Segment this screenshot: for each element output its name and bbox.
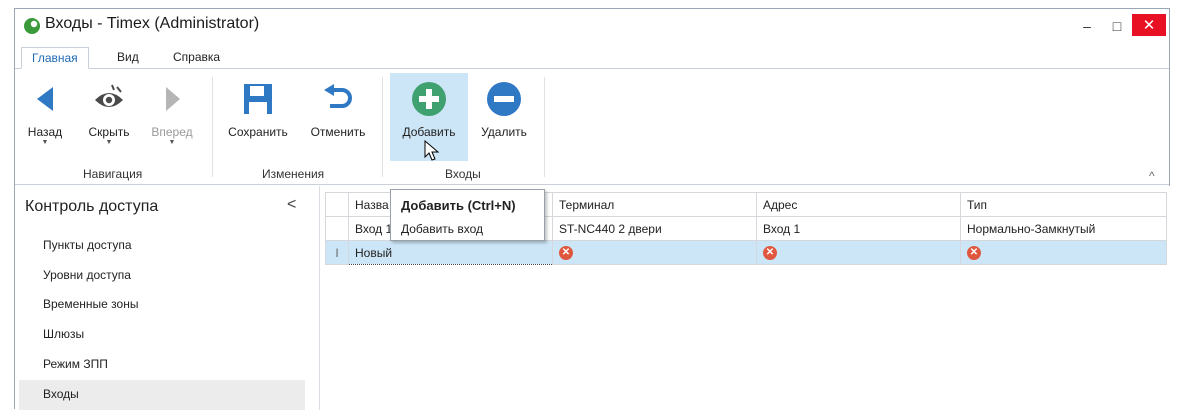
column-header-address[interactable]: Адрес [756,192,961,217]
column-header-type[interactable]: Тип [960,192,1167,217]
group-separator [212,77,213,177]
row-indicator-header [325,192,349,217]
arrow-right-icon [166,87,180,111]
dropdown-arrow-icon: ▼ [41,139,49,146]
row-edit-indicator: I [325,240,349,265]
hide-button[interactable]: Скрыть ▼ [83,73,135,147]
app-window: Входы - Timex (Administrator) – □ ✕ Глав… [14,8,1171,410]
save-button[interactable]: Сохранить [220,73,296,139]
dropdown-arrow-icon: ▼ [105,139,113,146]
minimize-button[interactable]: – [1072,14,1102,38]
ribbon-collapse-icon[interactable]: ^ [1149,169,1155,183]
dropdown-arrow-icon: ▼ [168,139,176,146]
mouse-cursor-icon [424,140,440,161]
group-label-inputs: Входы [445,167,481,181]
cell-terminal[interactable]: ✕ [552,240,757,265]
add-icon [412,82,446,116]
error-icon: ✕ [763,245,777,260]
sidebar-item-zpp-mode[interactable]: Режим ЗПП [19,350,305,380]
cell-terminal[interactable]: ST-NC440 2 двери [552,216,757,241]
arrow-left-icon [37,87,53,111]
save-icon [244,84,272,114]
group-label-changes: Изменения [262,167,325,181]
delete-button[interactable]: Удалить [473,73,535,139]
cell-type[interactable]: Нормально-Замкнутый [960,216,1167,241]
cell-type[interactable]: ✕ [960,240,1167,265]
title-bar: Входы - Timex (Administrator) – □ ✕ [15,9,1169,44]
hide-label: Скрыть [88,125,130,139]
tooltip-description: Добавить вход [401,222,484,236]
add-label: Добавить [402,125,456,139]
cancel-button[interactable]: Отменить [307,73,369,139]
save-label: Сохранить [228,125,288,139]
sidebar-item-gateways[interactable]: Шлюзы [19,320,305,350]
add-tooltip: Добавить (Ctrl+N) Добавить вход [390,189,545,241]
group-label-navigation: Навигация [83,167,143,181]
sidebar-item-inputs[interactable]: Входы [19,380,305,410]
cell-address[interactable]: ✕ [756,240,961,265]
column-header-terminal[interactable]: Терминал [552,192,757,217]
cell-address[interactable]: Вход 1 [756,216,961,241]
tab-view[interactable]: Вид [107,47,149,69]
window-title: Входы - Timex (Administrator) [45,15,260,32]
ribbon-toolbar: Назад ▼ Скрыть ▼ Вперед ▼ Навигация Сохр… [15,69,1169,185]
delete-label: Удалить [481,125,527,139]
group-separator [544,77,545,177]
ribbon-tab-strip: Главная Вид Справка [15,44,1169,69]
maximize-button[interactable]: □ [1102,14,1132,38]
forward-label: Вперед [151,125,193,139]
sidebar-item-access-levels[interactable]: Уровни доступа [19,261,305,291]
tab-main[interactable]: Главная [21,47,89,69]
back-label: Назад [27,125,63,139]
tooltip-title: Добавить (Ctrl+N) [401,198,516,213]
undo-icon [324,84,352,108]
app-logo-icon [24,18,40,34]
close-button[interactable]: ✕ [1132,14,1166,36]
row-indicator [325,216,349,241]
cell-name[interactable]: Новый [348,240,553,265]
sidebar-collapse-icon[interactable]: < [287,196,296,214]
sidebar-item-access-points[interactable]: Пункты доступа [19,231,305,261]
tab-help[interactable]: Справка [163,47,230,69]
sidebar: Контроль доступа < Пункты доступа Уровни… [15,186,320,410]
remove-icon [487,82,521,116]
error-icon: ✕ [559,245,573,260]
error-icon: ✕ [967,245,981,260]
eye-hidden-icon [95,84,123,107]
sidebar-item-time-zones[interactable]: Временные зоны [19,290,305,320]
table-row[interactable]: I Новый ✕ ✕ ✕ [325,240,1167,265]
group-separator [382,77,383,177]
cancel-label: Отменить [310,125,366,139]
forward-button[interactable]: Вперед ▼ [147,73,197,147]
sidebar-title: Контроль доступа [25,198,159,215]
back-button[interactable]: Назад ▼ [23,73,67,147]
